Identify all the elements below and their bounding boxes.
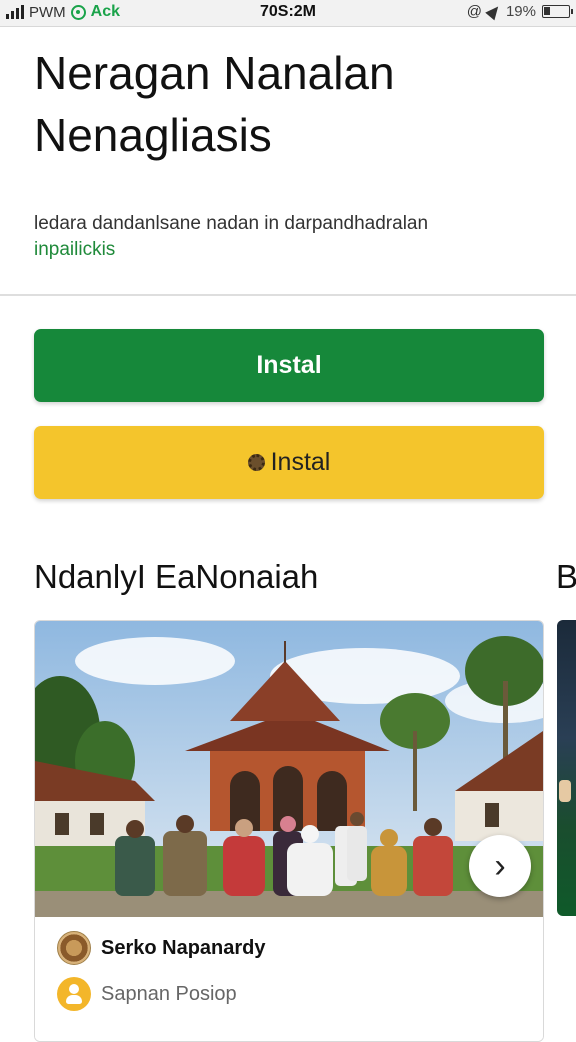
subtitle-text: ledara dandanlsane nadan in darpandhadra… xyxy=(34,213,429,234)
card-photo xyxy=(35,621,543,917)
page-subtitle: ledara dandanlsane nadan in darpandhadra… xyxy=(34,211,544,263)
location-icon xyxy=(485,2,503,21)
next-section-title: B xyxy=(556,558,576,595)
content-card[interactable]: › Serko Napanardy Sapnan Posiop xyxy=(34,620,544,1042)
install-button-secondary[interactable]: Instal xyxy=(34,426,544,499)
header-divider xyxy=(0,294,576,296)
page-title-line1: Neragan Nanalan xyxy=(34,47,395,99)
status-bar: PWM Ack 70S:2M @ 19% xyxy=(0,0,576,27)
avatar-icon xyxy=(57,977,91,1011)
emblem-icon xyxy=(57,931,91,965)
install-button-secondary-label: Instal xyxy=(270,448,331,476)
gear-icon xyxy=(247,454,265,471)
subtitle-link[interactable]: inpailickis xyxy=(34,239,115,260)
section-title: NdanlyI EaNonaiah xyxy=(34,558,319,595)
chevron-right-icon: › xyxy=(494,846,506,885)
install-button-primary[interactable]: Instal xyxy=(34,329,544,402)
card-body: Serko Napanardy Sapnan Posiop xyxy=(35,917,543,1041)
page-title: Neragan Nanalan Nenagliasis xyxy=(34,42,554,166)
card-subtitle: Sapnan Posiop xyxy=(101,982,237,1005)
status-right: @ 19% xyxy=(466,2,573,21)
card-author: Serko Napanardy xyxy=(101,936,266,959)
next-card-peek[interactable] xyxy=(557,620,576,916)
at-icon: @ xyxy=(466,3,482,20)
card-author-row: Serko Napanardy xyxy=(57,931,266,965)
install-button-primary-label: Instal xyxy=(256,351,322,379)
next-button[interactable]: › xyxy=(469,835,531,897)
card-sub-row: Sapnan Posiop xyxy=(57,977,237,1011)
battery-icon xyxy=(542,5,573,18)
page-title-line2: Nenagliasis xyxy=(34,109,272,161)
battery-percent: 19% xyxy=(505,3,536,20)
